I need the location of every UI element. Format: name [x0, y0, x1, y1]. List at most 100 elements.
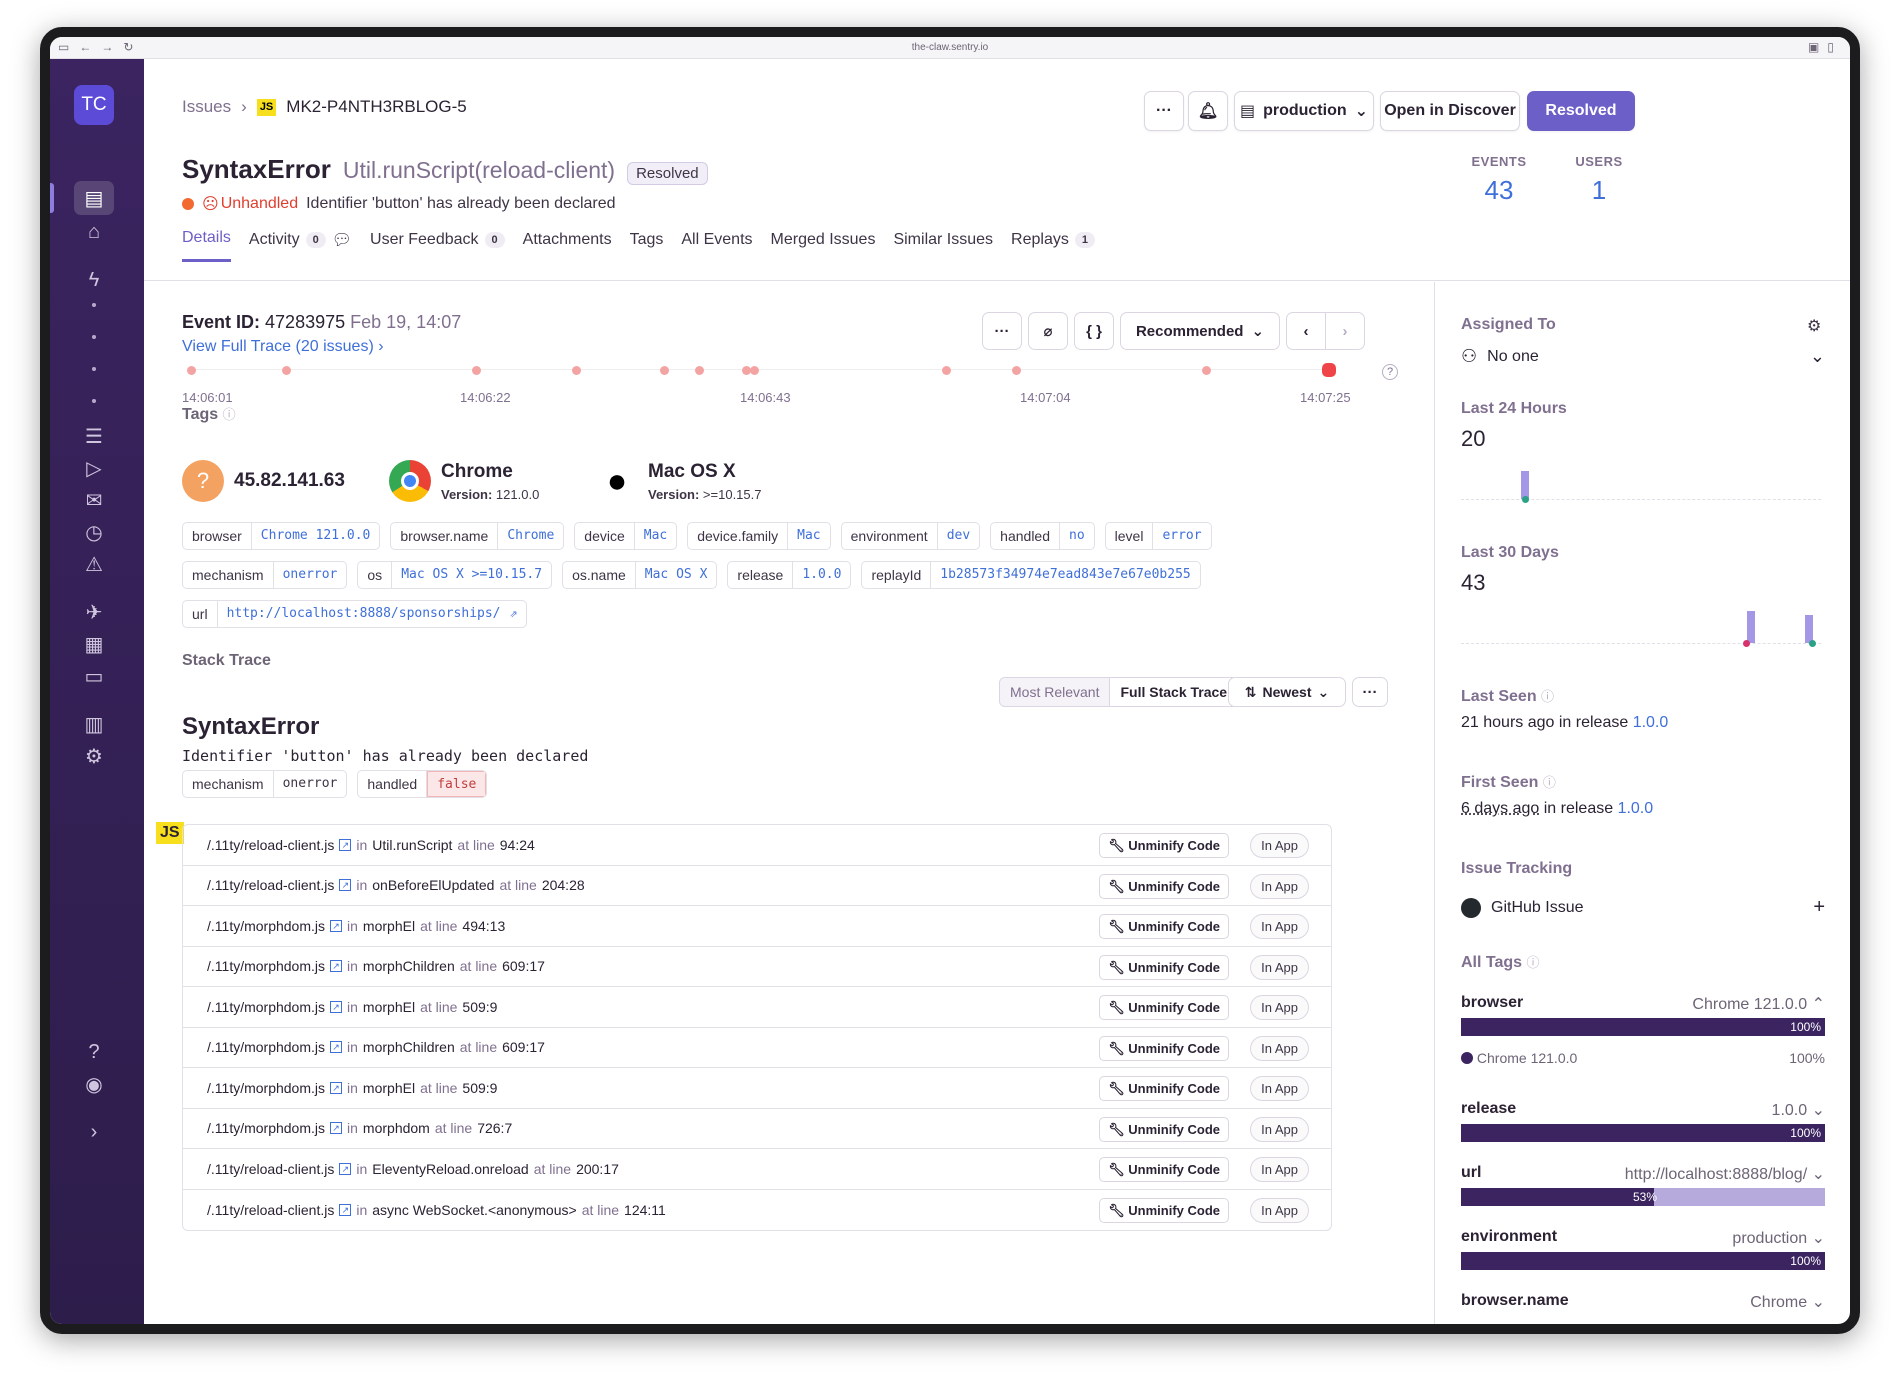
timeline-event[interactable] — [695, 366, 704, 375]
help-icon[interactable]: ⓘ — [1543, 775, 1556, 790]
tag-value[interactable]: Mac — [635, 523, 676, 549]
feedback-icon[interactable]: ✉ — [74, 483, 114, 517]
more-actions-button[interactable]: ··· — [1144, 91, 1184, 131]
tab-replays[interactable]: Replays1 — [1011, 229, 1095, 262]
external-link-icon[interactable]: ↗ — [330, 960, 342, 972]
tab-similar-issues[interactable]: Similar Issues — [893, 229, 993, 262]
frame-file[interactable]: /.11ty/morphdom.js — [207, 918, 325, 934]
view-full-trace-link[interactable]: View Full Trace (20 issues) › — [182, 338, 384, 356]
tag-value[interactable]: onerror — [274, 562, 347, 588]
external-link-icon[interactable]: ↗ — [330, 1122, 342, 1134]
tag-bar[interactable]: 100% — [1461, 1252, 1825, 1270]
tag-value[interactable]: dev — [938, 523, 979, 549]
event-more-icon[interactable]: ··· — [982, 312, 1022, 350]
timeline-event[interactable] — [1202, 366, 1211, 375]
archive-icon[interactable]: ▭ — [74, 659, 114, 693]
browser-window-icons[interactable]: ▣▯ — [1808, 40, 1842, 54]
bell-icon[interactable]: 🔔︎ — [1188, 91, 1228, 131]
event-id-value[interactable]: 47283975 — [265, 312, 345, 332]
help-icon[interactable]: ⓘ — [1527, 955, 1540, 970]
timeline-event[interactable] — [660, 366, 669, 375]
unminify-code-button[interactable]: 🔧︎ Unminify Code — [1099, 874, 1229, 899]
tag-value[interactable]: Mac OS X >=10.15.7 — [392, 562, 551, 588]
address-bar[interactable]: the-claw.sentry.io — [50, 42, 1850, 53]
frame-file[interactable]: /.11ty/reload-client.js — [207, 1161, 334, 1177]
stack-frame[interactable]: /.11ty/reload-client.js↗inasync WebSocke… — [183, 1190, 1331, 1231]
sidebar-dot[interactable] — [92, 399, 96, 403]
tag-value[interactable]: http://localhost:8888/sponsorships/ — [218, 601, 510, 627]
timeline-current-event[interactable] — [1322, 363, 1336, 377]
in-app-badge[interactable]: In App — [1250, 1076, 1309, 1101]
in-app-badge[interactable]: In App — [1250, 1198, 1309, 1223]
external-link-icon[interactable]: ↗ — [330, 1001, 342, 1013]
last-30-sparkline[interactable] — [1461, 604, 1821, 644]
frame-file[interactable]: /.11ty/morphdom.js — [207, 1039, 325, 1055]
timeline-event[interactable] — [572, 366, 581, 375]
next-event-icon[interactable]: › — [1325, 312, 1365, 350]
external-link-icon[interactable]: ↗ — [330, 920, 342, 932]
stats-icon[interactable]: ▥ — [74, 707, 114, 741]
timeline-event[interactable] — [472, 366, 481, 375]
org-avatar[interactable]: TC — [74, 85, 114, 125]
in-app-badge[interactable]: In App — [1250, 1117, 1309, 1142]
external-link-icon[interactable]: ↗ — [339, 1204, 351, 1216]
frame-file[interactable]: /.11ty/morphdom.js — [207, 1080, 325, 1096]
tag-value[interactable]: no — [1060, 523, 1094, 549]
collapse-sidebar-icon[interactable]: › — [74, 1115, 114, 1149]
projects-icon[interactable]: ⌂ — [74, 215, 114, 249]
events-value[interactable]: 43 — [1464, 175, 1534, 206]
stack-frame[interactable]: /.11ty/reload-client.js↗inUtil.runScript… — [183, 825, 1331, 866]
external-link-icon[interactable]: ↗ — [330, 1082, 342, 1094]
unminify-code-button[interactable]: 🔧︎ Unminify Code — [1099, 1117, 1229, 1142]
tag-pill[interactable]: device.familyMac — [687, 522, 830, 550]
in-app-badge[interactable]: In App — [1250, 1036, 1309, 1061]
stack-frame[interactable]: /.11ty/morphdom.js↗inmorphChildrenat lin… — [183, 1028, 1331, 1069]
tag-pill[interactable]: levelerror — [1105, 522, 1212, 550]
discover-icon[interactable]: ▦ — [74, 627, 114, 661]
timeline-event[interactable] — [942, 366, 951, 375]
settings-icon[interactable]: ⚙ — [74, 739, 114, 773]
tag-pill[interactable]: environmentdev — [841, 522, 981, 550]
tag-value[interactable]: Mac — [788, 523, 829, 549]
tag-distribution-browser-name[interactable]: browser.nameChrome ⌄ — [1461, 1292, 1825, 1312]
sparkline-bar[interactable] — [1805, 615, 1813, 643]
unminify-code-button[interactable]: 🔧︎ Unminify Code — [1099, 1157, 1229, 1182]
sparkline-bar[interactable] — [1521, 471, 1529, 499]
assignee-select[interactable]: ⚇ No one ⌄ — [1461, 346, 1825, 367]
tag-value[interactable]: error — [1153, 523, 1210, 549]
sparkline-bar[interactable] — [1747, 611, 1755, 643]
performance-icon[interactable]: ϟ — [74, 263, 114, 297]
tag-distribution-url[interactable]: urlhttp://localhost:8888/blog/ ⌄ 53% — [1461, 1164, 1825, 1206]
unminify-code-button[interactable]: 🔧︎ Unminify Code — [1099, 955, 1229, 980]
tab-attachments[interactable]: Attachments — [523, 229, 612, 262]
external-link-icon[interactable]: ↗ — [330, 1041, 342, 1053]
tag-distribution-environment[interactable]: environmentproduction ⌄ 100% — [1461, 1228, 1825, 1270]
plus-icon[interactable]: + — [1813, 896, 1825, 919]
help-icon[interactable]: ⓘ — [223, 407, 236, 422]
tag-pill[interactable]: os.nameMac OS X — [562, 561, 717, 589]
stack-frame[interactable]: /.11ty/reload-client.js↗inEleventyReload… — [183, 1149, 1331, 1190]
frame-file[interactable]: /.11ty/morphdom.js — [207, 958, 325, 974]
tag-pill[interactable]: release1.0.0 — [727, 561, 851, 589]
broadcast-icon[interactable]: ◉ — [74, 1067, 114, 1101]
tag-pill[interactable]: browser.nameChrome — [390, 522, 564, 550]
sparkline-release-marker[interactable] — [1522, 496, 1529, 503]
frame-file[interactable]: /.11ty/reload-client.js — [207, 837, 334, 853]
tag-pill[interactable]: osMac OS X >=10.15.7 — [357, 561, 552, 589]
tag-pill[interactable]: browserChrome 121.0.0 — [182, 522, 380, 550]
in-app-badge[interactable]: In App — [1250, 914, 1309, 939]
external-link-icon[interactable]: ⇗ — [510, 601, 527, 627]
tag-bar[interactable]: 53% — [1461, 1188, 1825, 1206]
timeline-event[interactable] — [282, 366, 291, 375]
resolved-button[interactable]: Resolved — [1527, 91, 1635, 131]
sparkline-release-marker[interactable] — [1743, 640, 1750, 647]
frame-file[interactable]: /.11ty/reload-client.js — [207, 1202, 334, 1218]
tab-details[interactable]: Details — [182, 229, 231, 262]
in-app-badge[interactable]: In App — [1250, 995, 1309, 1020]
tab-merged-issues[interactable]: Merged Issues — [771, 229, 876, 262]
previous-event-icon[interactable]: ‹ — [1286, 312, 1326, 350]
breadcrumb-issues-link[interactable]: Issues — [182, 97, 231, 117]
tag-value[interactable]: Mac OS X — [636, 562, 717, 588]
frame-file[interactable]: /.11ty/morphdom.js — [207, 999, 325, 1015]
help-icon[interactable]: ? — [74, 1035, 114, 1069]
